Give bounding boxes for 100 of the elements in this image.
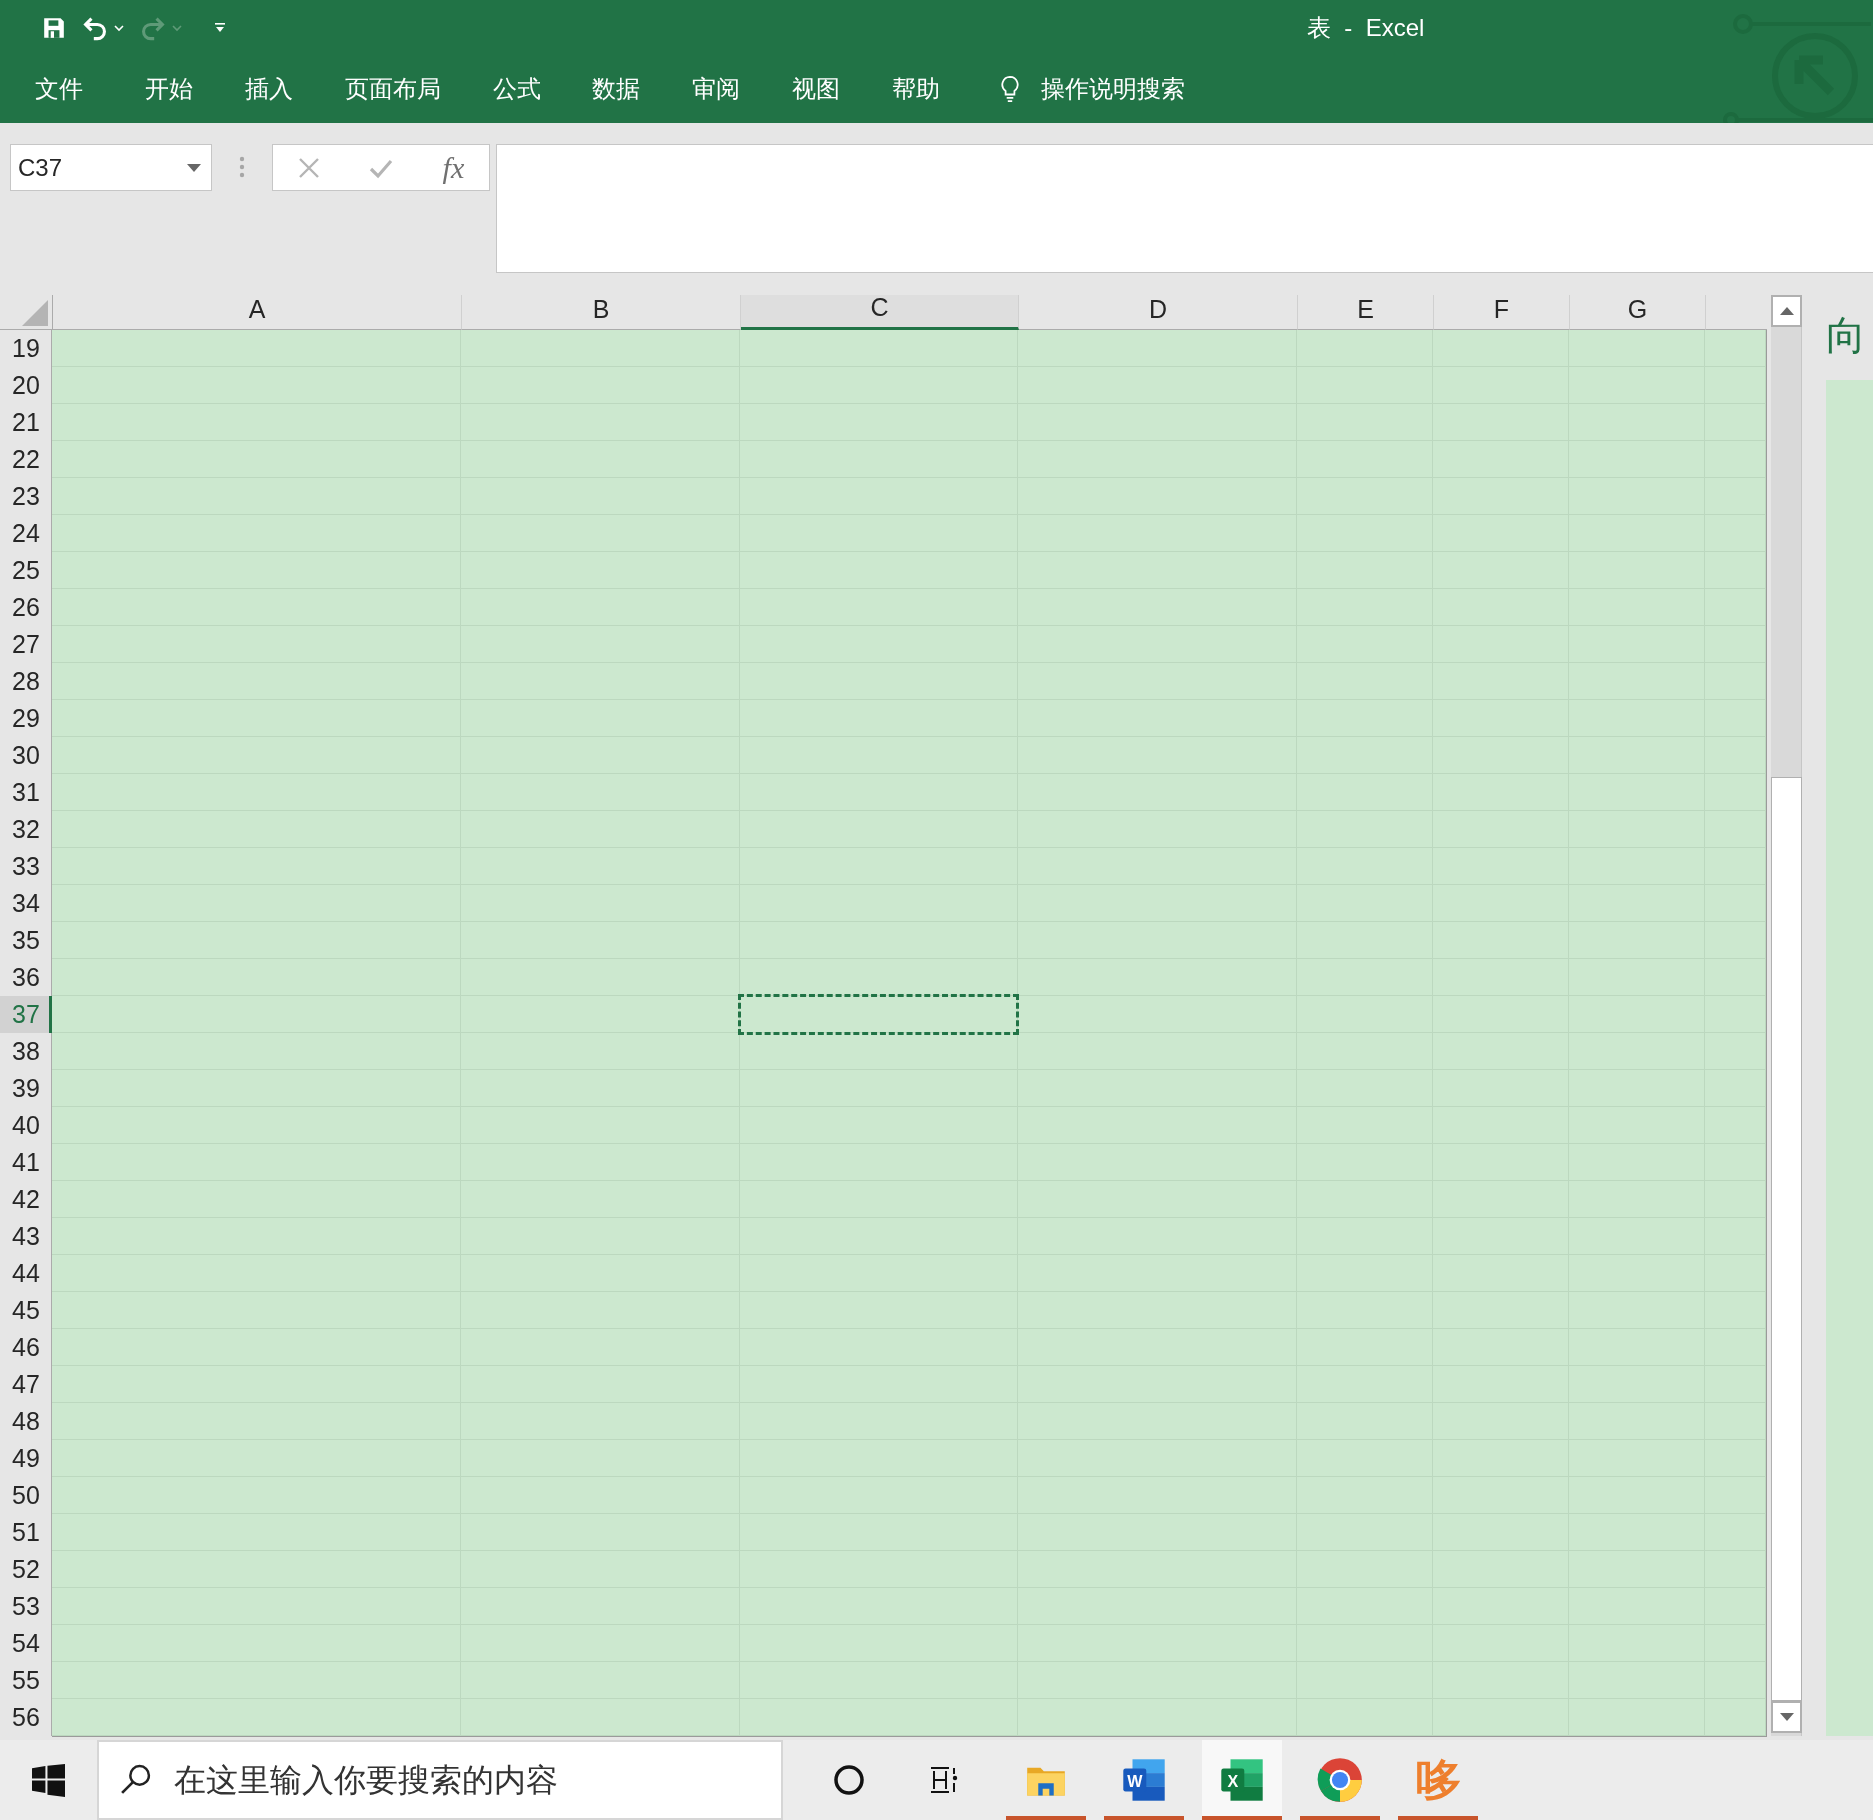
worksheet-cell[interactable] <box>1705 1107 1766 1144</box>
worksheet-cell[interactable] <box>52 1255 461 1292</box>
worksheet-cell[interactable] <box>52 441 461 478</box>
worksheet-cell[interactable] <box>461 1699 740 1736</box>
worksheet-cell[interactable] <box>52 1662 461 1699</box>
worksheet-cell[interactable] <box>740 330 1018 367</box>
column-header[interactable]: C <box>741 295 1019 330</box>
worksheet-cell[interactable] <box>1705 589 1766 626</box>
worksheet-cell[interactable] <box>52 1366 461 1403</box>
insert-function-button[interactable]: fx <box>442 152 465 183</box>
ribbon-tab[interactable]: 页面布局 <box>345 65 441 113</box>
ribbon-tab[interactable]: 开始 <box>145 65 193 113</box>
tell-me-search[interactable]: 操作说明搜索 <box>999 65 1185 113</box>
worksheet-cell[interactable] <box>52 1588 461 1625</box>
worksheet-cell[interactable] <box>1018 959 1297 996</box>
worksheet-cell[interactable] <box>52 1107 461 1144</box>
worksheet-cell[interactable] <box>52 1440 461 1477</box>
worksheet-cell[interactable] <box>52 1514 461 1551</box>
worksheet-cell[interactable] <box>1705 626 1766 663</box>
worksheet-cell[interactable] <box>52 1033 461 1070</box>
cancel-icon[interactable] <box>297 156 320 179</box>
worksheet-cell[interactable] <box>52 1070 461 1107</box>
worksheet-cell[interactable] <box>1705 1255 1766 1292</box>
worksheet-cell[interactable] <box>461 1033 740 1070</box>
worksheet-cell[interactable] <box>1705 1181 1766 1218</box>
worksheet-cell[interactable] <box>52 1292 461 1329</box>
ribbon-tab[interactable]: 审阅 <box>692 65 740 113</box>
worksheet-cell[interactable] <box>1018 996 1297 1033</box>
worksheet-cell[interactable] <box>1705 1551 1766 1588</box>
worksheet-cell[interactable] <box>1705 811 1766 848</box>
worksheet-cell[interactable] <box>1018 1033 1297 1070</box>
scroll-up-button[interactable] <box>1771 295 1802 327</box>
worksheet-cell[interactable] <box>1433 1699 1569 1736</box>
worksheet-cell[interactable] <box>1705 1218 1766 1255</box>
worksheet-cell[interactable] <box>1705 996 1766 1033</box>
select-all-button[interactable] <box>0 295 53 330</box>
worksheet-cell[interactable] <box>1705 1662 1766 1699</box>
worksheet-cell[interactable] <box>52 1403 461 1440</box>
taskbar-app[interactable]: X <box>1202 1740 1282 1820</box>
worksheet-cell[interactable] <box>1705 1403 1766 1440</box>
worksheet-cell[interactable] <box>1433 330 1569 367</box>
taskbar-app[interactable]: W <box>1104 1740 1184 1820</box>
worksheet-cell[interactable] <box>1569 1699 1705 1736</box>
worksheet-cell[interactable] <box>52 515 461 552</box>
worksheet-cell[interactable] <box>52 774 461 811</box>
worksheet-cell[interactable] <box>1705 959 1766 996</box>
worksheet-cell[interactable] <box>52 1699 461 1736</box>
worksheet-cell[interactable] <box>1705 1070 1766 1107</box>
worksheet-cell[interactable] <box>1705 737 1766 774</box>
worksheet-cell[interactable] <box>52 626 461 663</box>
worksheet-cell[interactable] <box>52 922 461 959</box>
worksheet-cell[interactable] <box>1705 1144 1766 1181</box>
worksheet-cell[interactable] <box>1705 1292 1766 1329</box>
worksheet-cell[interactable] <box>740 1699 1018 1736</box>
ribbon-tab[interactable]: 帮助 <box>892 65 940 113</box>
cell-grid[interactable] <box>52 330 1767 1737</box>
worksheet-cell[interactable] <box>1705 1477 1766 1514</box>
scroll-down-button[interactable] <box>1771 1701 1802 1733</box>
row-header[interactable]: 37 <box>0 996 52 1033</box>
worksheet-cell[interactable] <box>1705 1699 1766 1736</box>
worksheet-cell[interactable] <box>1018 330 1297 367</box>
ribbon-tab[interactable]: 插入 <box>245 65 293 113</box>
formula-input-field[interactable] <box>496 144 1873 273</box>
worksheet-cell[interactable] <box>1705 330 1766 367</box>
worksheet-cell[interactable] <box>1297 330 1433 367</box>
worksheet-cell[interactable] <box>52 552 461 589</box>
worksheet-cell[interactable] <box>1705 774 1766 811</box>
worksheet-cell[interactable] <box>52 1625 461 1662</box>
worksheet-cell[interactable] <box>1705 848 1766 885</box>
worksheet-cell[interactable] <box>52 663 461 700</box>
worksheet-cell[interactable] <box>1705 922 1766 959</box>
worksheet-cell[interactable] <box>52 1181 461 1218</box>
worksheet-cell[interactable] <box>461 330 740 367</box>
ribbon-tab[interactable]: 视图 <box>792 65 840 113</box>
grip-handle-icon[interactable] <box>239 156 245 178</box>
worksheet-cell[interactable] <box>1705 1366 1766 1403</box>
ribbon-tab[interactable]: 文件 <box>35 65 83 113</box>
worksheet-cell[interactable] <box>1705 700 1766 737</box>
worksheet-cell[interactable] <box>1705 1625 1766 1662</box>
worksheet-cell[interactable] <box>1705 1514 1766 1551</box>
worksheet-cell[interactable] <box>52 589 461 626</box>
name-box[interactable]: C37 <box>10 144 212 191</box>
worksheet-cell[interactable] <box>1705 885 1766 922</box>
worksheet-cell[interactable] <box>1705 663 1766 700</box>
worksheet-cell[interactable] <box>1705 1329 1766 1366</box>
worksheet-cell[interactable] <box>52 996 461 1033</box>
worksheet-cell[interactable] <box>52 959 461 996</box>
worksheet-cell[interactable] <box>52 885 461 922</box>
worksheet-cell[interactable] <box>1297 1699 1433 1736</box>
scrollbar-thumb[interactable] <box>1771 777 1802 1701</box>
worksheet-cell[interactable] <box>52 848 461 885</box>
worksheet-cell[interactable] <box>52 1329 461 1366</box>
worksheet-cell[interactable] <box>52 404 461 441</box>
worksheet-cell[interactable] <box>52 1477 461 1514</box>
worksheet-cell[interactable] <box>1705 552 1766 589</box>
worksheet-cell[interactable] <box>52 737 461 774</box>
worksheet-cell[interactable] <box>52 478 461 515</box>
worksheet-cell[interactable] <box>52 330 461 367</box>
worksheet-cell[interactable] <box>1705 1033 1766 1070</box>
worksheet-cell[interactable] <box>1705 367 1766 404</box>
